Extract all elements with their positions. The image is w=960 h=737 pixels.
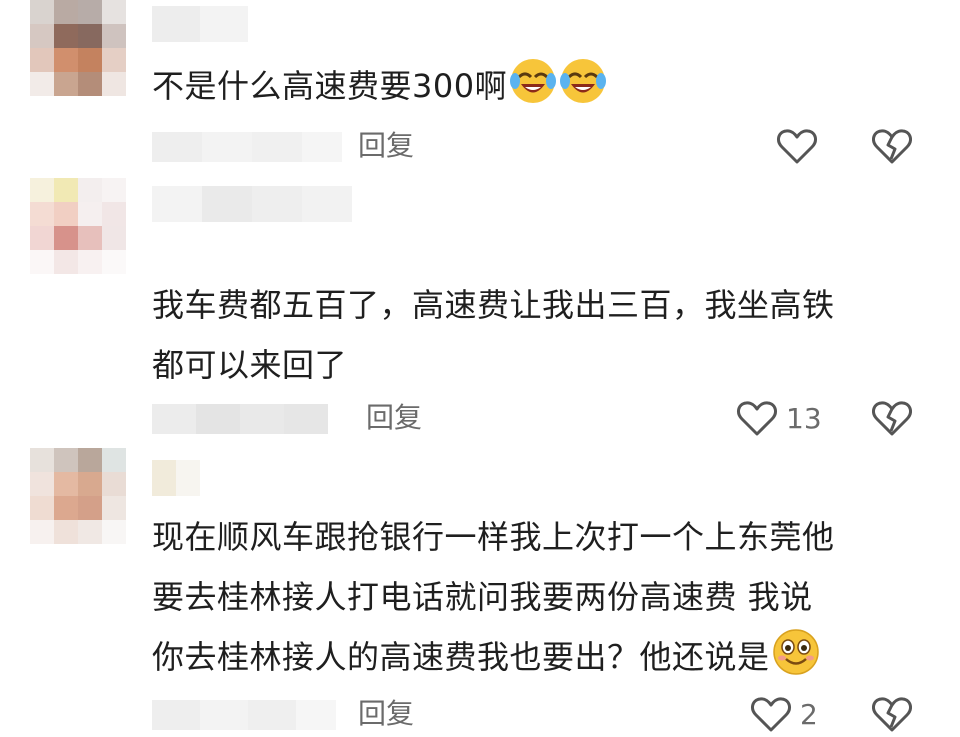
heart-outline-icon bbox=[751, 697, 791, 732]
username-blurred[interactable] bbox=[152, 460, 200, 496]
reply-button[interactable]: 回复 bbox=[358, 694, 414, 734]
dislike-button[interactable] bbox=[872, 695, 912, 735]
comment-3: 现在顺风车跟抢银行一样我上次打一个上东莞他 要去桂林接人打电话就问我要两份高速费… bbox=[0, 0, 960, 734]
broken-heart-icon bbox=[872, 697, 912, 732]
comment-meta: 回复 2 bbox=[152, 694, 932, 734]
smiling-face-emoji bbox=[772, 628, 820, 676]
comment-text: 现在顺风车跟抢银行一样我上次打一个上东莞他 要去桂林接人打电话就问我要两份高速费… bbox=[152, 518, 835, 676]
like-button[interactable]: 2 bbox=[750, 694, 818, 734]
timestamp-blurred bbox=[152, 700, 336, 730]
avatar[interactable] bbox=[30, 448, 126, 544]
like-count: 2 bbox=[800, 697, 818, 731]
